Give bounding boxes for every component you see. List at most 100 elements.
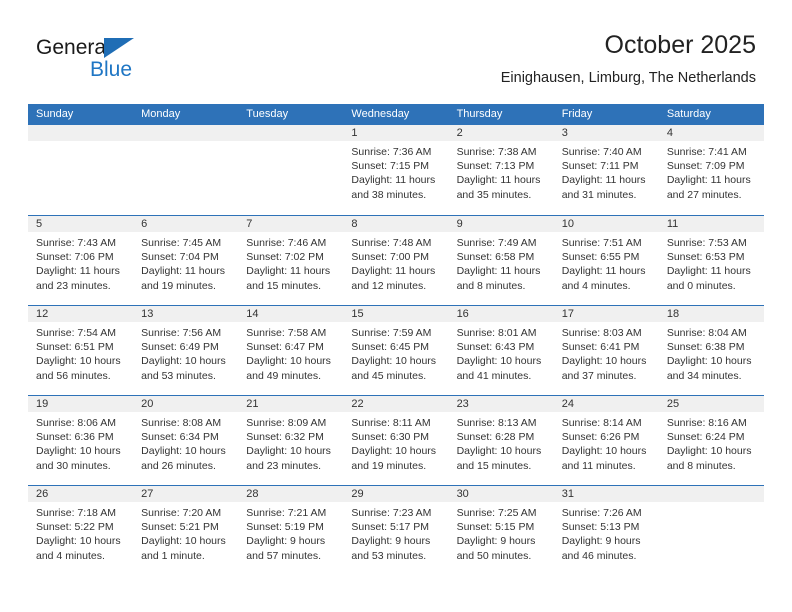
day-number: 18	[658, 306, 764, 322]
day-number: 1	[343, 125, 449, 141]
day-cell[interactable]: 6 Sunrise: 7:45 AM Sunset: 7:04 PM Daylight…	[133, 216, 239, 305]
day-details: Sunrise: 7:43 AM Sunset: 7:06 PM Daylight:…	[28, 232, 133, 293]
day-details: Sunrise: 8:13 AM Sunset: 6:28 PM Daylight:…	[449, 412, 554, 473]
day-detail-line: Daylight: 11 hours	[456, 265, 541, 278]
day-number: 17	[553, 306, 659, 322]
page-subtitle: Einighausen, Limburg, The Netherlands	[500, 70, 756, 86]
day-detail-line: and 8 minutes.	[666, 459, 736, 472]
day-number	[238, 125, 344, 141]
day-cell[interactable]: 23 Sunrise: 8:13 AM Sunset: 6:28 PM Dayligh…	[448, 396, 554, 485]
day-cell[interactable]: 25 Sunrise: 8:16 AM Sunset: 6:24 PM Dayligh…	[658, 396, 764, 485]
day-cell[interactable]: 3 Sunrise: 7:40 AM Sunset: 7:11 PM Daylight…	[553, 125, 659, 215]
day-detail-line: and 49 minutes.	[246, 369, 321, 382]
day-detail-line: Sunrise: 7:25 AM	[456, 507, 537, 519]
day-detail-line: and 19 minutes.	[351, 459, 427, 472]
day-detail-line: Sunrise: 7:23 AM	[351, 507, 432, 519]
day-detail-line: and 1 minute.	[141, 549, 205, 562]
day-details: Sunrise: 7:59 AM Sunset: 6:45 PM Daylight:…	[343, 322, 448, 383]
day-cell[interactable]: 19 Sunrise: 8:06 AM Sunset: 6:36 PM Dayligh…	[28, 396, 134, 485]
day-cell[interactable]: 24 Sunrise: 8:14 AM Sunset: 6:26 PM Dayligh…	[553, 396, 659, 485]
day-cell[interactable]: 1 Sunrise: 7:36 AM Sunset: 7:15 PM Daylight…	[343, 125, 449, 215]
logo-text-general: General	[36, 36, 111, 59]
day-number: 7	[238, 216, 344, 232]
day-detail-line: Sunrise: 8:04 AM	[666, 327, 747, 339]
day-cell[interactable]: 27 Sunrise: 7:20 AM Sunset: 5:21 PM Dayligh…	[133, 486, 239, 575]
day-cell[interactable]: 7 Sunrise: 7:46 AM Sunset: 7:02 PM Daylight…	[238, 216, 344, 305]
day-cell[interactable]: 26 Sunrise: 7:18 AM Sunset: 5:22 PM Dayligh…	[28, 486, 134, 575]
day-cell[interactable]: 30 Sunrise: 7:25 AM Sunset: 5:15 PM Dayligh…	[448, 486, 554, 575]
calendar-grid: Sunday Monday Tuesday Wednesday Thursday Frid…	[28, 104, 764, 575]
day-detail-line: Sunset: 6:41 PM	[561, 341, 640, 354]
day-detail-line: Sunrise: 7:40 AM	[561, 146, 642, 158]
day-detail-line: Daylight: 11 hours	[351, 265, 436, 278]
day-detail-line: Sunset: 5:21 PM	[141, 521, 219, 534]
day-detail-line: Sunset: 6:43 PM	[456, 341, 535, 354]
day-cell-empty	[28, 125, 134, 215]
day-detail-line: and 53 minutes.	[351, 549, 427, 562]
day-cell[interactable]: 20 Sunrise: 8:08 AM Sunset: 6:34 PM Dayligh…	[133, 396, 239, 485]
day-detail-line: Sunrise: 7:20 AM	[141, 507, 222, 519]
day-detail-line: Sunrise: 7:41 AM	[666, 146, 747, 158]
day-detail-line: and 0 minutes.	[666, 279, 736, 292]
day-details: Sunrise: 7:45 AM Sunset: 7:04 PM Daylight:…	[133, 232, 238, 293]
day-detail-line: Sunset: 7:06 PM	[36, 251, 114, 264]
day-cell[interactable]: 4 Sunrise: 7:41 AM Sunset: 7:09 PM Daylight…	[658, 125, 764, 215]
day-cell[interactable]: 10 Sunrise: 7:51 AM Sunset: 6:55 PM Dayligh…	[553, 216, 659, 305]
day-cell[interactable]: 28 Sunrise: 7:21 AM Sunset: 5:19 PM Dayligh…	[238, 486, 344, 575]
day-detail-line: Sunrise: 8:08 AM	[141, 417, 222, 429]
day-detail-line: and 38 minutes.	[351, 188, 427, 201]
day-detail-line: Sunrise: 7:49 AM	[456, 237, 537, 249]
day-detail-line: Sunrise: 7:38 AM	[456, 146, 537, 158]
day-details: Sunrise: 7:53 AM Sunset: 6:53 PM Daylight:…	[659, 232, 764, 293]
day-details: Sunrise: 8:16 AM Sunset: 6:24 PM Daylight:…	[659, 412, 764, 473]
weekday-header-thursday: Thursday	[456, 108, 503, 120]
day-cell[interactable]: 31 Sunrise: 7:26 AM Sunset: 5:13 PM Dayligh…	[553, 486, 659, 575]
day-cell[interactable]: 22 Sunrise: 8:11 AM Sunset: 6:30 PM Dayligh…	[343, 396, 449, 485]
calendar-week-row: 5 Sunrise: 7:43 AM Sunset: 7:06 PM Daylight…	[28, 215, 764, 305]
weekday-header-saturday: Saturday	[666, 108, 711, 120]
day-cell[interactable]: 14 Sunrise: 7:58 AM Sunset: 6:47 PM Dayligh…	[238, 306, 344, 395]
day-details: Sunrise: 7:23 AM Sunset: 5:17 PM Daylight:…	[343, 502, 448, 563]
calendar-week-row: 26 Sunrise: 7:18 AM Sunset: 5:22 PM Dayligh…	[28, 485, 764, 575]
day-detail-line: Daylight: 10 hours	[561, 445, 647, 458]
day-cell[interactable]: 15 Sunrise: 7:59 AM Sunset: 6:45 PM Dayligh…	[343, 306, 449, 395]
day-details: Sunrise: 7:48 AM Sunset: 7:00 PM Daylight:…	[343, 232, 448, 293]
day-detail-line: Sunset: 6:30 PM	[351, 431, 430, 444]
day-cell[interactable]: 5 Sunrise: 7:43 AM Sunset: 7:06 PM Daylight…	[28, 216, 134, 305]
day-number: 9	[448, 216, 554, 232]
day-cell[interactable]: 16 Sunrise: 8:01 AM Sunset: 6:43 PM Dayligh…	[448, 306, 554, 395]
day-detail-line: and 15 minutes.	[456, 459, 532, 472]
day-cell[interactable]: 11 Sunrise: 7:53 AM Sunset: 6:53 PM Dayligh…	[658, 216, 764, 305]
weekday-header-friday: Friday	[561, 108, 593, 120]
day-cell[interactable]: 13 Sunrise: 7:56 AM Sunset: 6:49 PM Dayligh…	[133, 306, 239, 395]
day-detail-line: Sunrise: 7:58 AM	[246, 327, 327, 339]
day-cell[interactable]: 9 Sunrise: 7:49 AM Sunset: 6:58 PM Daylight…	[448, 216, 554, 305]
day-detail-line: Sunrise: 7:21 AM	[246, 507, 327, 519]
day-detail-line: Daylight: 11 hours	[456, 174, 541, 187]
day-cell[interactable]: 29 Sunrise: 7:23 AM Sunset: 5:17 PM Dayligh…	[343, 486, 449, 575]
day-cell[interactable]: 21 Sunrise: 8:09 AM Sunset: 6:32 PM Dayligh…	[238, 396, 344, 485]
day-number: 30	[448, 486, 554, 502]
day-detail-line: Daylight: 10 hours	[36, 355, 121, 368]
day-cell[interactable]: 8 Sunrise: 7:48 AM Sunset: 7:00 PM Daylight…	[343, 216, 449, 305]
day-detail-line: Sunset: 6:26 PM	[561, 431, 640, 444]
day-cell[interactable]: 18 Sunrise: 8:04 AM Sunset: 6:38 PM Dayligh…	[658, 306, 764, 395]
day-detail-line: Daylight: 10 hours	[246, 355, 331, 368]
day-number: 4	[658, 125, 764, 141]
day-detail-line: Sunset: 6:51 PM	[36, 341, 114, 354]
day-detail-line: Sunrise: 7:54 AM	[36, 327, 116, 339]
logo-triangle-icon	[104, 38, 134, 58]
day-number: 23	[448, 396, 554, 412]
day-detail-line: Daylight: 11 hours	[666, 265, 751, 278]
day-cell[interactable]: 2 Sunrise: 7:38 AM Sunset: 7:13 PM Daylight…	[448, 125, 554, 215]
day-number: 14	[238, 306, 344, 322]
day-detail-line: Daylight: 9 hours	[351, 535, 431, 548]
calendar-week-row: 19 Sunrise: 8:06 AM Sunset: 6:36 PM Dayligh…	[28, 395, 764, 485]
day-number	[28, 125, 134, 141]
calendar-weeks: 1 Sunrise: 7:36 AM Sunset: 7:15 PM Daylight…	[28, 125, 764, 575]
day-number: 16	[448, 306, 554, 322]
day-cell[interactable]: 17 Sunrise: 8:03 AM Sunset: 6:41 PM Dayligh…	[553, 306, 659, 395]
day-cell[interactable]: 12 Sunrise: 7:54 AM Sunset: 6:51 PM Dayligh…	[28, 306, 134, 395]
day-number: 12	[28, 306, 134, 322]
day-detail-line: Daylight: 11 hours	[351, 174, 436, 187]
